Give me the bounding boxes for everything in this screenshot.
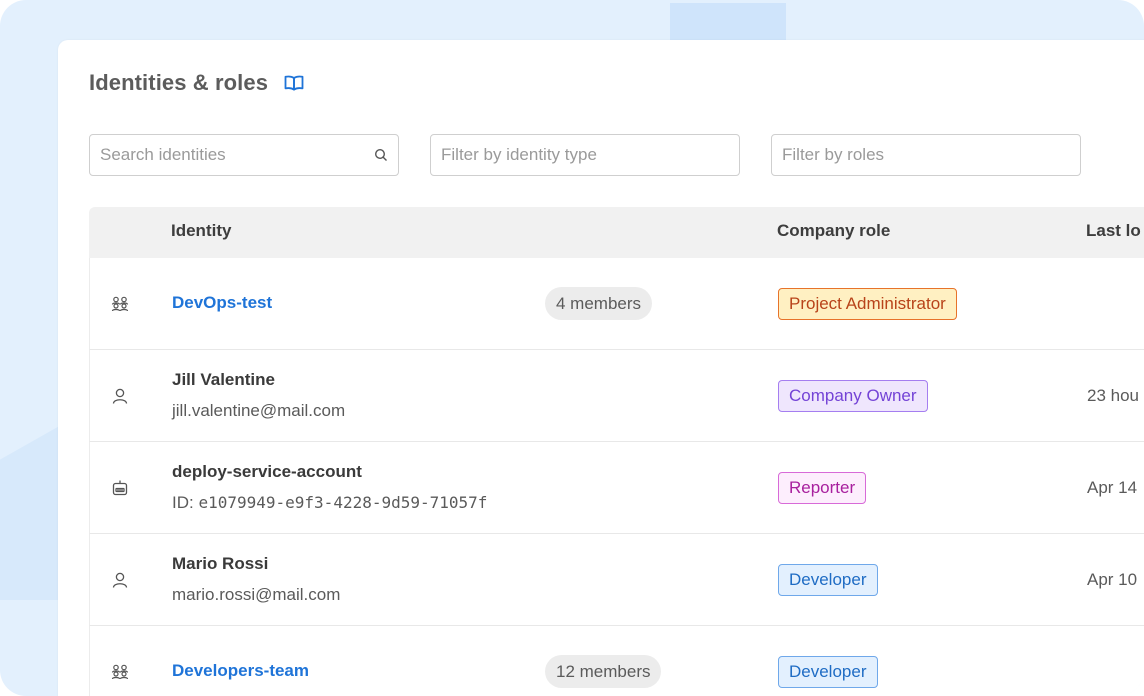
members-count-badge: 4 members [545,287,653,320]
role-badge: Company Owner [778,380,928,412]
role-badge: Developer [778,656,878,688]
identity-name: Mario Rossi [172,554,269,573]
page-title: Identities & roles [89,70,269,95]
role-badge: Project Administrator [778,288,957,320]
search-field[interactable] [89,134,399,176]
roles-filter[interactable] [771,134,1081,176]
last-login-value: 23 hou [1087,386,1139,405]
table-row[interactable]: DevOps-test 4 members Project Administra… [89,258,1144,350]
identities-card: Identities & roles Identi [58,40,1144,696]
search-icon [374,148,388,162]
user-icon [110,570,130,590]
column-header-identity[interactable]: Identity [171,221,231,241]
table-row[interactable]: deploy-service-account ID: e1079949-e9f3… [89,442,1144,534]
group-icon [110,662,130,682]
table-row[interactable]: Mario Rossi mario.rossi@mail.com Develop… [89,534,1144,626]
identity-name: Jill Valentine [172,370,275,389]
robot-icon [110,478,130,498]
background-frame: Identities & roles Identi [0,0,1144,696]
user-icon [110,386,130,406]
identities-table: Identity Company role Last lo DevOps-tes… [89,207,1144,696]
identity-name-link[interactable]: Developers-team [172,661,309,681]
last-login-value: Apr 14 [1087,478,1138,497]
decorative-tab [670,3,786,40]
identity-email: mario.rossi@mail.com [172,585,341,604]
table-row[interactable]: Jill Valentine jill.valentine@mail.com C… [89,350,1144,442]
title-row: Identities & roles [89,68,306,98]
table-row[interactable]: Developers-team 12 members Developer [89,626,1144,696]
identity-type-input[interactable] [441,145,729,165]
book-open-icon[interactable] [284,72,306,94]
roles-input[interactable] [782,145,1070,165]
identity-id: ID: e1079949-e9f3-4228-9d59-71057f [172,493,487,513]
group-icon [110,294,130,314]
identity-id-prefix: ID: [172,493,199,512]
identity-email: jill.valentine@mail.com [172,401,346,420]
identity-type-filter[interactable] [430,134,740,176]
members-count-badge: 12 members [545,655,662,688]
column-header-company-role[interactable]: Company role [777,221,890,241]
identity-name: deploy-service-account [172,462,362,481]
identity-id-value: e1079949-e9f3-4228-9d59-71057f [198,493,488,512]
identity-name-link[interactable]: DevOps-test [172,293,272,313]
search-input[interactable] [100,145,374,165]
table-header: Identity Company role Last lo [89,207,1144,258]
column-header-last-login[interactable]: Last lo [1086,221,1141,241]
role-badge: Developer [778,564,878,596]
role-badge: Reporter [778,472,867,504]
last-login-value: Apr 10 [1087,570,1138,589]
